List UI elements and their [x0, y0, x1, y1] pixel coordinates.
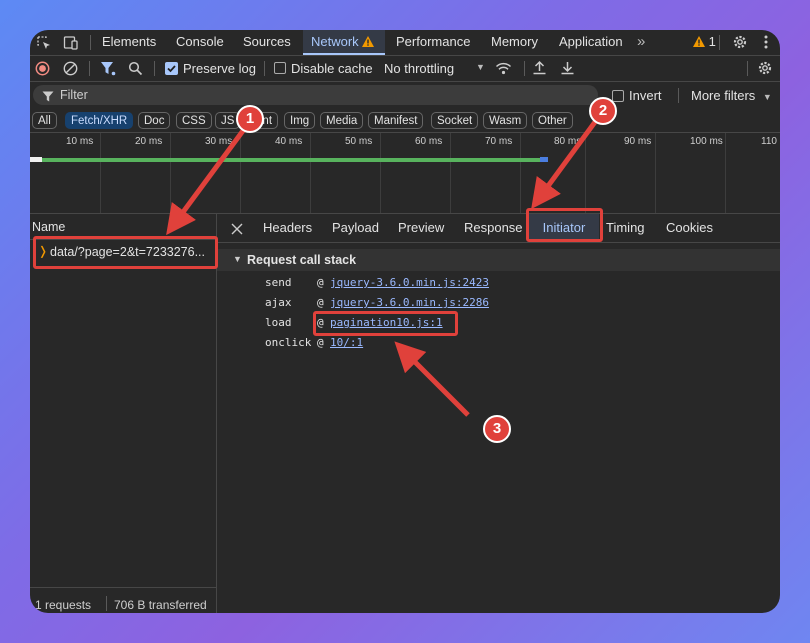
timeline-request-end: [540, 157, 548, 162]
more-filters-label: More filters: [691, 88, 756, 103]
tab-payload[interactable]: Payload: [332, 214, 379, 242]
warning-icon: [362, 36, 375, 47]
timeline-request-start: [30, 157, 42, 162]
warning-icon: [693, 36, 705, 47]
call-stack-function: load: [265, 316, 292, 329]
type-filter-media[interactable]: Media: [320, 112, 364, 129]
annotation-badge-1: 1: [236, 105, 264, 133]
type-filter-wasm[interactable]: Wasm: [483, 112, 528, 129]
dropdown-arrow-icon: ▼: [762, 92, 772, 102]
status-transferred: 706 B transferred: [114, 598, 207, 612]
preserve-log-label[interactable]: Preserve log: [183, 61, 256, 76]
tab-cookies[interactable]: Cookies: [666, 214, 713, 242]
type-filter-fetch-xhr[interactable]: Fetch/XHR: [65, 112, 134, 129]
more-filters-dropdown[interactable]: More filters ▼: [691, 88, 772, 103]
type-filter-socket[interactable]: Socket: [431, 112, 479, 129]
tab-performance[interactable]: Performance: [396, 30, 470, 55]
search-icon[interactable]: [128, 61, 143, 81]
timeline-tick: 60 ms: [415, 136, 443, 147]
tab-network-label: Network: [311, 34, 359, 49]
double-chevron-icon[interactable]: »: [637, 30, 645, 55]
timeline-tick: 10 ms: [66, 136, 94, 147]
tab-memory[interactable]: Memory: [491, 30, 538, 55]
export-har-icon[interactable]: [560, 60, 575, 81]
timeline-tick: 50 ms: [345, 136, 373, 147]
triangle-down-icon: ▼: [233, 254, 242, 264]
device-toolbar-icon[interactable]: [63, 35, 79, 56]
call-stack-at: @: [317, 336, 324, 349]
timeline-tick: 110: [761, 136, 777, 147]
name-column-header[interactable]: Name: [32, 220, 65, 234]
invert-label[interactable]: Invert: [629, 88, 662, 103]
request-list-pane: Name ❭ data/?page=2&t=7233276... 1 reque…: [30, 214, 216, 613]
import-har-icon[interactable]: [532, 60, 547, 81]
more-vert-icon[interactable]: [764, 34, 768, 55]
call-stack-source-link[interactable]: jquery-3.6.0.min.js:2423: [330, 276, 489, 289]
annotation-badge-2: 2: [589, 97, 617, 125]
network-toolbar: Preserve log Disable cache No throttling…: [30, 56, 780, 81]
inspect-element-icon[interactable]: [36, 35, 52, 56]
issues-counter[interactable]: 1: [693, 30, 716, 55]
tab-response[interactable]: Response: [464, 214, 523, 242]
network-settings-gear-icon[interactable]: [757, 60, 773, 81]
network-conditions-icon[interactable]: [495, 61, 512, 81]
call-stack-function: onclick: [265, 336, 312, 349]
type-filter-doc[interactable]: Doc: [138, 112, 171, 129]
filter-icon: [42, 89, 54, 107]
disable-cache-checkbox[interactable]: [274, 62, 286, 74]
highlight-initiator-tab: [526, 208, 603, 242]
highlight-request-row: [33, 236, 218, 269]
warning-count: 1: [708, 34, 716, 49]
clear-icon[interactable]: [63, 61, 78, 81]
timeline-tick: 30 ms: [205, 136, 233, 147]
throttling-select[interactable]: No throttling ▼: [384, 61, 494, 76]
call-stack-section-header[interactable]: ▼ Request call stack: [217, 249, 780, 271]
tab-preview[interactable]: Preview: [398, 214, 444, 242]
type-filter-css[interactable]: CSS: [176, 112, 212, 129]
invert-checkbox[interactable]: [612, 90, 624, 102]
filter-placeholder: Filter: [60, 88, 88, 102]
tab-console[interactable]: Console: [176, 30, 224, 55]
tab-headers[interactable]: Headers: [263, 214, 312, 242]
dropdown-arrow-icon: ▼: [476, 62, 485, 72]
section-title: Request call stack: [247, 253, 357, 267]
call-stack-source-link[interactable]: jquery-3.6.0.min.js:2286: [330, 296, 489, 309]
status-requests: 1 requests: [35, 598, 92, 612]
highlight-pagination-link: [313, 311, 458, 336]
annotation-badge-3: 3: [483, 415, 511, 443]
tab-sources[interactable]: Sources: [243, 30, 291, 55]
tab-timing[interactable]: Timing: [606, 214, 645, 242]
tab-elements[interactable]: Elements: [102, 30, 156, 55]
gear-icon[interactable]: [732, 34, 748, 55]
call-stack-at: @: [317, 276, 324, 289]
call-stack-at: @: [317, 296, 324, 309]
call-stack-source-link[interactable]: 10/:1: [330, 336, 363, 349]
timeline-tick: 100 ms: [690, 136, 723, 147]
tab-application[interactable]: Application: [559, 30, 623, 55]
type-filter-all[interactable]: All: [32, 112, 57, 129]
filter-funnel-icon[interactable]: [100, 61, 116, 81]
timeline-tick: 80 ms: [554, 136, 582, 147]
type-filter-manifest[interactable]: Manifest: [368, 112, 424, 129]
timeline-tick: 70 ms: [485, 136, 513, 147]
timeline-tick: 20 ms: [135, 136, 163, 147]
call-stack-function: ajax: [265, 296, 292, 309]
preserve-log-checkbox[interactable]: [165, 62, 178, 75]
timeline-request-bar: [42, 158, 548, 162]
timeline-tick: 90 ms: [624, 136, 652, 147]
timeline-tick: 40 ms: [275, 136, 303, 147]
filter-input[interactable]: Filter: [33, 85, 598, 105]
throttling-value: No throttling: [384, 61, 455, 76]
record-icon[interactable]: [35, 61, 50, 81]
disable-cache-label[interactable]: Disable cache: [291, 61, 373, 76]
close-icon[interactable]: [231, 222, 243, 240]
main-tab-bar: Elements Console Sources Network Perform…: [30, 30, 780, 55]
call-stack-function: send: [265, 276, 292, 289]
type-filter-other[interactable]: Other: [532, 112, 573, 129]
type-filter-img[interactable]: Img: [284, 112, 316, 129]
tab-network[interactable]: Network: [303, 30, 385, 55]
